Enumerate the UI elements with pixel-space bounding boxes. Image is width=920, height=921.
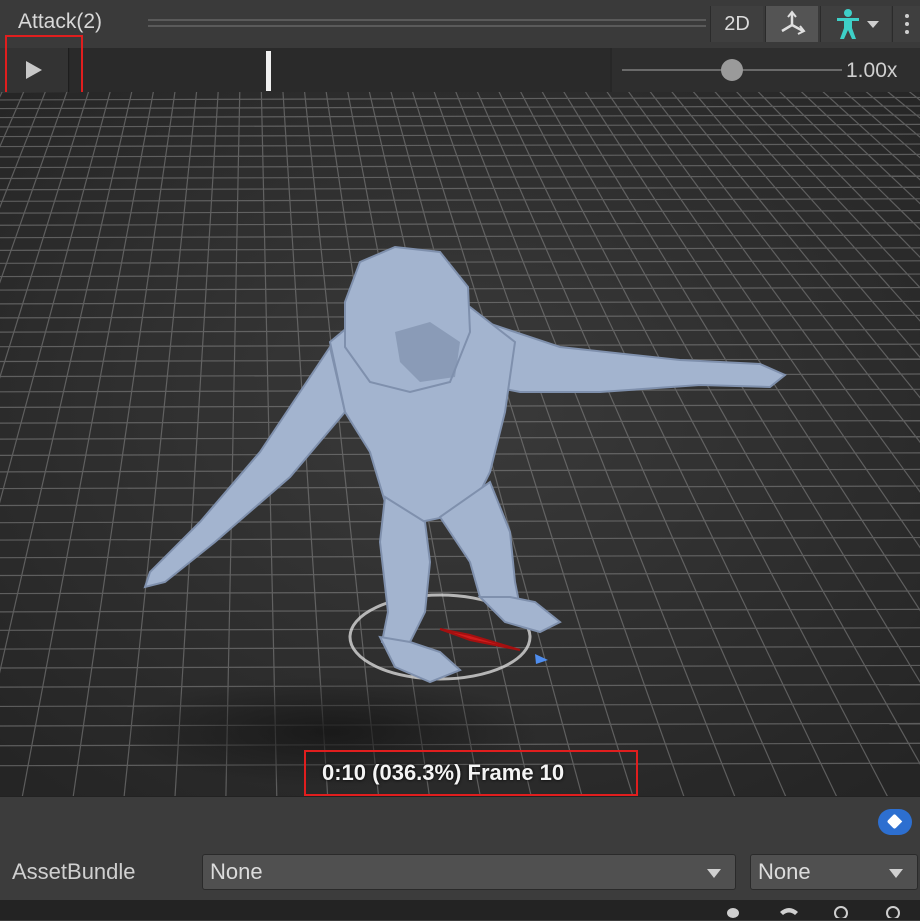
chevron-down-icon (889, 869, 903, 878)
title-drag-bar[interactable] (148, 19, 706, 31)
scene-canvas (0, 92, 920, 796)
assetbundle-label: AssetBundle (12, 859, 136, 884)
assetbundle-variant-dropdown[interactable]: None (750, 854, 918, 890)
playhead[interactable] (266, 51, 271, 91)
preview-viewport[interactable]: 0:10 (036.3%) Frame 10 (0, 92, 920, 796)
chevron-down-icon (867, 20, 879, 28)
timeline-scrubber[interactable] (70, 48, 610, 92)
more-options-button[interactable] (892, 6, 920, 42)
assetbundle-name-value: None (210, 859, 263, 884)
timeline-bar: 1.00x (0, 48, 920, 92)
pivot-toggle-button[interactable] (765, 6, 818, 42)
refresh-icon[interactable] (830, 904, 852, 918)
speed-value: 1.00x (846, 59, 898, 82)
tag-icon[interactable] (878, 809, 912, 835)
playback-speed-control: 1.00x (612, 48, 920, 92)
chevron-down-icon (707, 869, 721, 878)
avatar-dropdown-button[interactable] (820, 6, 891, 42)
pivot-icon (781, 10, 806, 35)
bug-icon[interactable] (722, 904, 744, 918)
assetbundle-name-dropdown[interactable]: None (202, 854, 736, 890)
search-icon[interactable] (882, 904, 904, 918)
wifi-icon[interactable] (778, 904, 800, 918)
preview-title: Attack(2) (18, 10, 103, 33)
frame-status-highlight (304, 750, 638, 796)
2d-toggle-button[interactable]: 2D (710, 6, 763, 42)
assetbundle-variant-value: None (758, 859, 811, 884)
avatar-icon (837, 9, 859, 39)
preview-header: Attack(2) 2D (0, 0, 920, 49)
kebab-icon (905, 14, 909, 34)
speed-slider-handle[interactable] (721, 59, 743, 81)
